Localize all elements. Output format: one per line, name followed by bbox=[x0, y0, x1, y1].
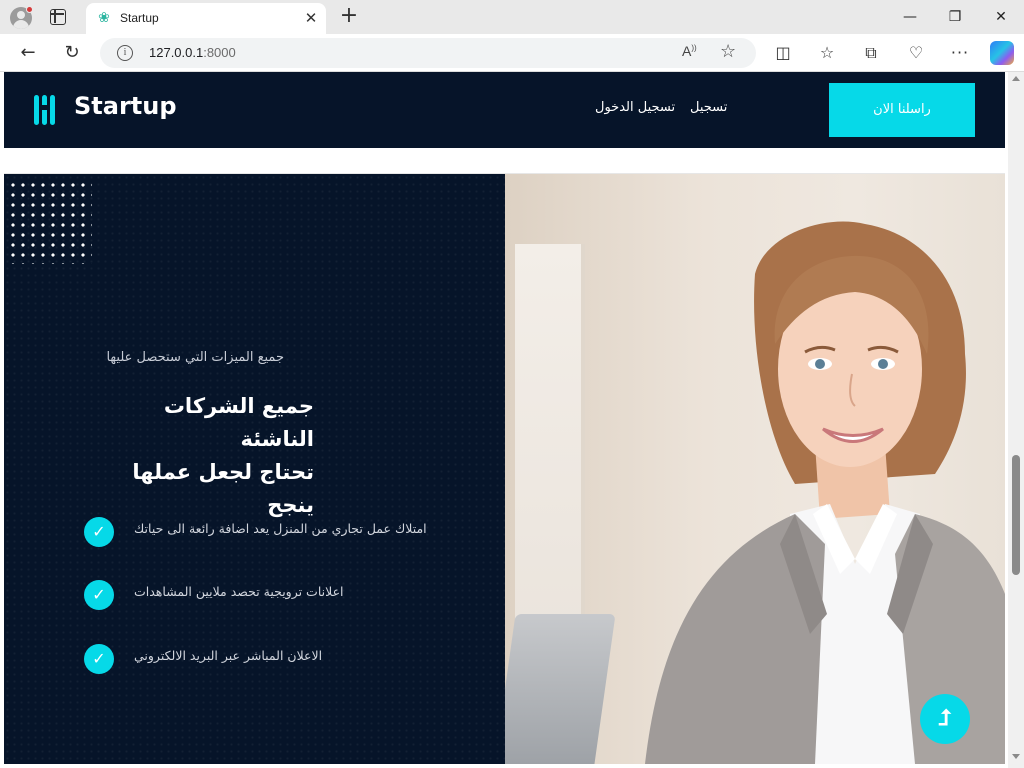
restore-icon[interactable]: ❐ bbox=[943, 6, 967, 28]
feature-item: ✓ الاعلان المباشر عبر البريد الالكتروني bbox=[84, 644, 444, 676]
hero-title: جميع الشركات الناشئة تحتاج لجعل عملها ين… bbox=[84, 390, 314, 522]
hero-subtitle: جميع الميزات التي ستحصل عليها bbox=[106, 350, 284, 365]
scroll-up-arrow-icon[interactable] bbox=[1012, 76, 1020, 81]
star-icon[interactable]: ☆ bbox=[720, 41, 736, 62]
hero-photo bbox=[505, 174, 1005, 764]
more-icon[interactable]: ··· bbox=[949, 42, 971, 64]
feature-item: ✓ امتلاك عمل تجاري من المنزل يعد اضافة ر… bbox=[84, 517, 444, 549]
nav-login-link[interactable]: تسجيل الدخول bbox=[595, 100, 675, 115]
feature-item: ✓ اعلانات ترويجية تحصد ملايين المشاهدات bbox=[84, 580, 444, 612]
logo-text[interactable]: Startup bbox=[74, 92, 177, 120]
site-navbar: Startup تسجيل الدخول تسجيل راسلنا الان bbox=[4, 72, 1005, 148]
feature-text: امتلاك عمل تجاري من المنزل يعد اضافة رائ… bbox=[134, 521, 427, 536]
read-aloud-icon[interactable]: A)) bbox=[682, 43, 697, 59]
tab-actions-icon[interactable] bbox=[50, 9, 66, 25]
scroll-to-top-button[interactable]: ⮥ bbox=[920, 694, 970, 744]
tab-title: Startup bbox=[120, 11, 159, 25]
reload-icon[interactable]: ↻ bbox=[61, 42, 83, 64]
plus-icon[interactable]: + bbox=[338, 5, 360, 27]
favicon-icon: ❀ bbox=[98, 10, 110, 26]
favorites-icon[interactable]: ☆ bbox=[816, 42, 838, 64]
hero-title-line-2: تحتاج لجعل عملها ينجح bbox=[132, 460, 314, 517]
browser-tab-active[interactable]: ❀ Startup ✕ bbox=[86, 3, 326, 34]
url-text: 127.0.0.1:8000 bbox=[149, 45, 236, 60]
check-icon: ✓ bbox=[84, 580, 114, 610]
minimize-icon[interactable]: — bbox=[898, 6, 922, 28]
woman-portrait-image bbox=[645, 221, 1005, 764]
feature-text: اعلانات ترويجية تحصد ملايين المشاهدات bbox=[134, 584, 344, 599]
back-arrow-icon[interactable]: ← bbox=[17, 42, 39, 64]
browser-tab-bar: ❀ Startup ✕ + — ❐ ✕ bbox=[0, 0, 1024, 34]
notification-dot bbox=[26, 6, 33, 13]
page-bottom-edge bbox=[0, 764, 1008, 768]
window-close-icon[interactable]: ✕ bbox=[989, 6, 1013, 28]
address-bar[interactable]: i 127.0.0.1:8000 A)) ☆ bbox=[100, 38, 756, 68]
feature-text: الاعلان المباشر عبر البريد الالكتروني bbox=[134, 648, 323, 663]
browser-toolbar: ← ↻ i 127.0.0.1:8000 A)) ☆ ◫ ☆ ⧉ ♡ ··· bbox=[0, 34, 1024, 72]
hero-title-line-1: جميع الشركات الناشئة bbox=[163, 394, 314, 451]
copilot-icon[interactable] bbox=[990, 41, 1014, 65]
browser-essentials-icon[interactable]: ♡ bbox=[905, 42, 927, 64]
scroll-down-arrow-icon[interactable] bbox=[1012, 754, 1020, 759]
scroll-thumb[interactable] bbox=[1012, 455, 1020, 575]
dot-pattern-decoration bbox=[8, 180, 92, 264]
close-icon[interactable]: ✕ bbox=[302, 9, 320, 27]
contact-now-button[interactable]: راسلنا الان bbox=[829, 83, 975, 137]
check-icon: ✓ bbox=[84, 644, 114, 674]
collections-icon[interactable]: ⧉ bbox=[860, 42, 882, 64]
section-separator bbox=[4, 148, 1005, 174]
info-icon[interactable]: i bbox=[117, 45, 133, 61]
page-scrollbar[interactable] bbox=[1008, 72, 1024, 768]
split-screen-icon[interactable]: ◫ bbox=[772, 42, 794, 64]
nav-register-link[interactable]: تسجيل bbox=[690, 100, 727, 115]
logo-icon[interactable] bbox=[34, 95, 56, 125]
hero-text-panel: جميع الميزات التي ستحصل عليها جميع الشرك… bbox=[4, 174, 505, 764]
check-icon: ✓ bbox=[84, 517, 114, 547]
page-viewport: Startup تسجيل الدخول تسجيل راسلنا الان ج… bbox=[0, 72, 1008, 768]
